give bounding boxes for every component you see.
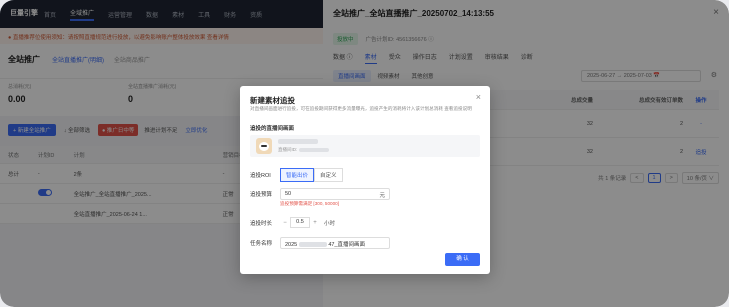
- duration-unit: 小时: [324, 220, 336, 227]
- taskname-input[interactable]: 2025 47_直播间画面: [280, 237, 390, 249]
- taskname-suffix: 47_直播间画面: [328, 242, 365, 248]
- budget-row: 追投预算 50 元: [250, 188, 390, 200]
- scene-id-label: 直播间ID:: [278, 147, 298, 152]
- taskname-row: 任务名称 2025 47_直播间画面: [250, 237, 390, 249]
- taskname-redacted: [298, 242, 327, 248]
- app-window: 巨量引擎 首页 全域推广 运营管理 数据 素材 工具 财务 资质 ● 直播推荐位…: [0, 0, 729, 307]
- confirm-button[interactable]: 确 认: [445, 253, 480, 266]
- budget-value: 50: [285, 191, 292, 197]
- budget-error: 追投预算需满足 [300, 50000]: [280, 201, 339, 206]
- roi-label: 追投ROI: [250, 173, 271, 179]
- live-scene-card: 直播间ID:: [250, 135, 480, 157]
- close-icon[interactable]: ×: [476, 92, 481, 102]
- scene-name-redacted: [278, 139, 318, 144]
- duration-label: 追投时长: [250, 220, 273, 227]
- roi-option-smart[interactable]: 智能出价: [280, 168, 315, 182]
- roi-option-custom[interactable]: 自定义: [314, 168, 343, 182]
- new-boost-modal: 新建素材追投 × 对直播间画面进行追投，可在追投期间获得更多流量曝光，追投产生的…: [240, 86, 490, 274]
- modal-description: 对直播间画面进行追投，可在追投期间获得更多流量曝光，追投产生的消耗将计入该计划总…: [250, 106, 472, 111]
- plus-icon[interactable]: +: [310, 220, 320, 226]
- duration-row: 追投时长 − 0.5 + 小时: [250, 217, 335, 228]
- taskname-prefix: 2025: [285, 242, 298, 248]
- roi-segmented-control: 智能出价 自定义: [280, 168, 343, 182]
- modal-title: 新建素材追投: [250, 96, 295, 105]
- avatar: [256, 138, 272, 154]
- minus-icon[interactable]: −: [280, 220, 290, 226]
- taskname-label: 任务名称: [250, 241, 273, 247]
- duration-input[interactable]: 0.5: [290, 217, 310, 228]
- budget-label: 追投预算: [250, 192, 273, 198]
- section-label: 追投的直播间画面: [250, 126, 295, 132]
- budget-input[interactable]: 50 元: [280, 188, 390, 200]
- budget-unit: 元: [379, 193, 385, 199]
- duration-stepper: − 0.5 + 小时: [280, 217, 335, 228]
- roi-row: 追投ROI 智能出价 自定义: [250, 168, 343, 182]
- scene-id: 直播间ID:: [278, 147, 330, 153]
- scene-id-redacted: [299, 147, 330, 152]
